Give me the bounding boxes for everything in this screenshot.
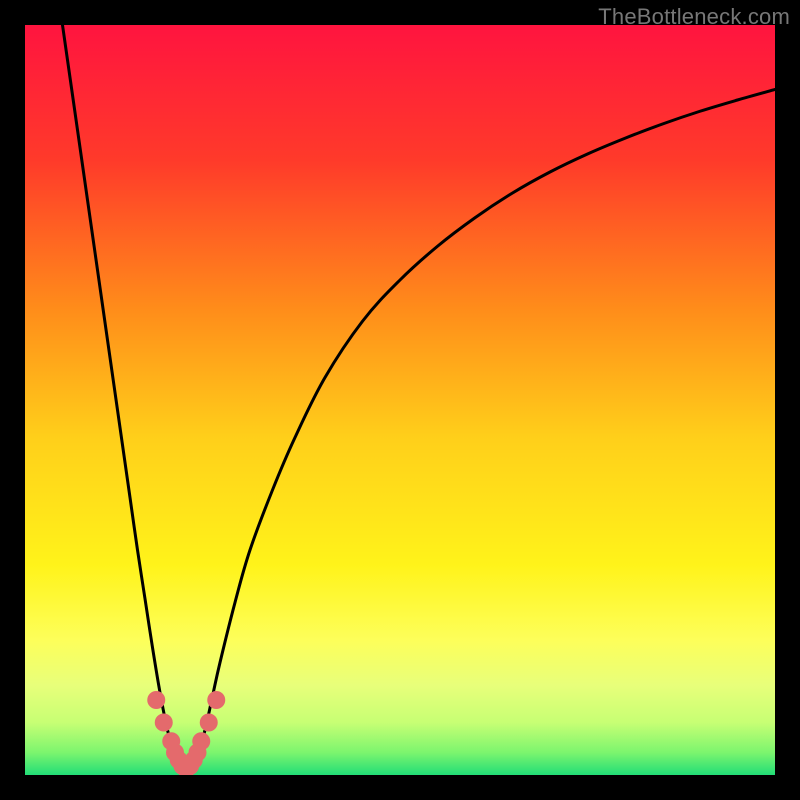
trough-marker <box>200 714 218 732</box>
chart-plot-area <box>25 25 775 775</box>
chart-outer-frame: TheBottleneck.com <box>0 0 800 800</box>
watermark-text: TheBottleneck.com <box>598 4 790 30</box>
trough-marker <box>207 691 225 709</box>
trough-marker <box>155 714 173 732</box>
trough-marker <box>147 691 165 709</box>
bottleneck-chart-svg <box>25 25 775 775</box>
trough-marker <box>192 732 210 750</box>
gradient-background <box>25 25 775 775</box>
